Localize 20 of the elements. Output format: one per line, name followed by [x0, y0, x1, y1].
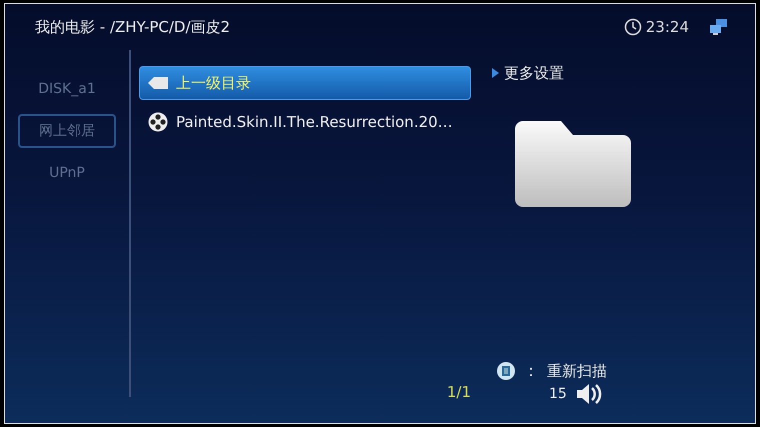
more-settings-link[interactable]: 更多设置: [491, 62, 755, 84]
speaker-icon: [574, 383, 603, 405]
hint-separator: ：: [523, 360, 539, 382]
source-item[interactable]: DISK_a1: [18, 72, 116, 106]
clock-time: 23:24: [646, 16, 689, 38]
page-indicator: 1/1: [446, 382, 471, 402]
file-item[interactable]: Painted.Skin.II.The.Resurrection.20…: [139, 105, 471, 139]
film-reel-icon: [148, 112, 168, 132]
clock-icon: [624, 18, 642, 36]
source-item[interactable]: 网上邻居: [18, 114, 116, 148]
source-item[interactable]: UPnP: [18, 156, 116, 190]
document-icon: [497, 362, 515, 380]
triangle-icon: [491, 67, 500, 80]
file-item[interactable]: 上一级目录: [139, 66, 471, 100]
network-icon: [709, 18, 729, 36]
back-arrow-icon: [148, 77, 168, 89]
rescan-hint: 重新扫描: [547, 360, 607, 382]
folder-icon: [515, 120, 631, 206]
window-title: 我的电影 - /ZHY-PC/D/画皮2: [35, 16, 230, 38]
volume-level: 15: [549, 384, 567, 404]
